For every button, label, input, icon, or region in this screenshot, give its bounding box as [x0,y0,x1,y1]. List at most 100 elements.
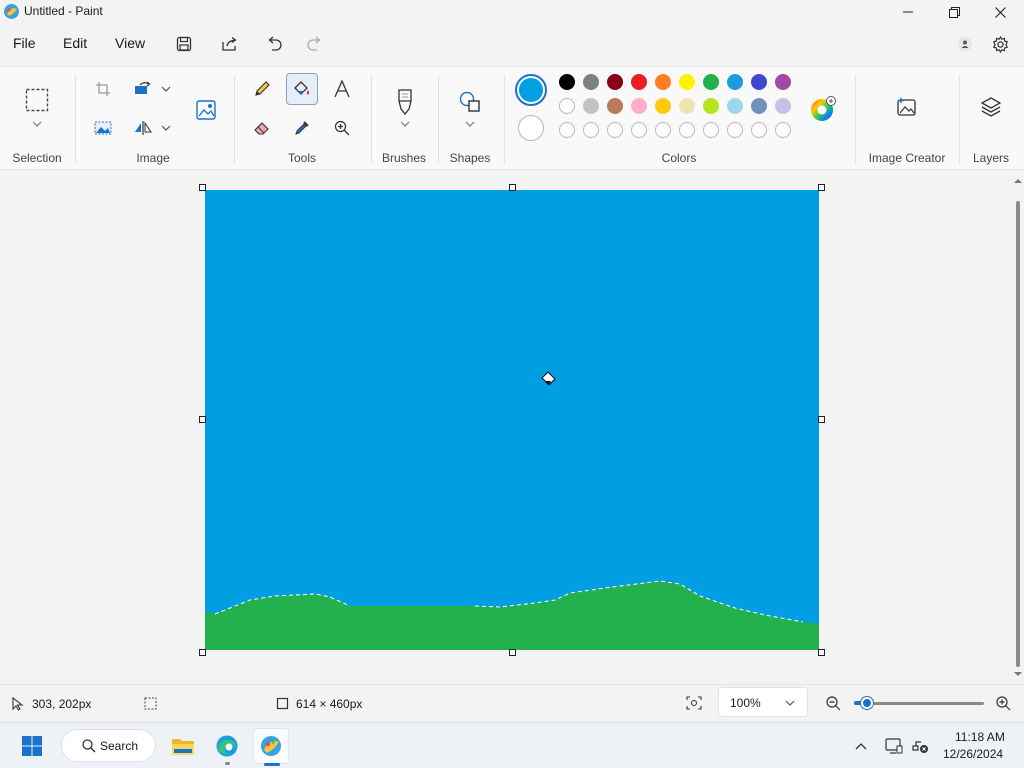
resize-button[interactable] [127,73,159,105]
primary-color-indicator[interactable] [515,74,547,106]
image-select-button[interactable] [87,112,119,144]
palette-color-swatch[interactable] [727,74,743,90]
custom-color-slot[interactable] [631,122,647,138]
palette-color-swatch[interactable] [559,74,575,90]
select-button[interactable] [20,83,54,117]
menu-edit[interactable]: Edit [63,35,87,51]
resize-handle-bottom[interactable] [509,649,516,656]
palette-color-swatch[interactable] [775,98,791,114]
vertical-scrollbar[interactable] [1012,171,1024,684]
ribbon-toolbar: Selection Image Tools Brushes Shapes Col… [0,66,1024,170]
close-button[interactable] [977,0,1023,24]
zoom-slider-thumb[interactable] [861,697,873,709]
custom-color-slot[interactable] [679,122,695,138]
custom-color-slot[interactable] [727,122,743,138]
text-tool[interactable] [326,73,358,105]
image-options-button[interactable] [188,92,224,128]
taskbar-date: 12/26/2024 [943,747,1004,761]
flip-dropdown[interactable] [157,119,175,137]
zoom-out-button[interactable] [824,694,842,712]
redo-button[interactable] [302,32,326,56]
canvas-size: 614 × 460px [296,697,363,711]
custom-color-slot[interactable] [655,122,671,138]
custom-color-slot[interactable] [751,122,767,138]
restore-button[interactable] [931,0,977,24]
fill-tool[interactable] [286,73,318,105]
menu-file[interactable]: File [13,35,36,51]
zoom-in-button[interactable] [994,694,1012,712]
undo-button[interactable] [262,32,286,56]
resize-handle-right[interactable] [818,416,825,423]
rotate-dropdown[interactable] [157,80,175,98]
fit-to-window-button[interactable] [684,693,704,713]
palette-color-swatch[interactable] [751,98,767,114]
palette-color-swatch[interactable] [679,98,695,114]
palette-color-swatch[interactable] [679,74,695,90]
custom-color-slot[interactable] [703,122,719,138]
palette-color-swatch[interactable] [583,98,599,114]
resize-handle-top-right[interactable] [818,184,825,191]
network-tray-button[interactable] [910,736,930,756]
edge-browser-button[interactable] [209,728,245,765]
resize-handle-bottom-right[interactable] [818,649,825,656]
paint-taskbar-button[interactable] [253,728,289,766]
flip-button[interactable] [127,112,159,144]
settings-button[interactable] [988,32,1012,56]
palette-color-swatch[interactable] [751,74,767,90]
palette-color-swatch[interactable] [631,74,647,90]
redo-icon [306,36,320,51]
palette-color-swatch[interactable] [583,74,599,90]
zoom-slider[interactable] [854,697,984,709]
color-picker-tool[interactable] [286,112,318,144]
palette-color-swatch[interactable] [631,98,647,114]
pencil-tool[interactable] [246,73,278,105]
palette-color-swatch[interactable] [655,74,671,90]
folder-icon [172,739,194,755]
layers-button[interactable] [973,89,1009,125]
group-label-colors: Colors [661,151,697,165]
start-button[interactable] [14,728,50,764]
magnifier-tool[interactable] [326,112,358,144]
eraser-icon [254,122,269,135]
group-label-image-creator: Image Creator [868,151,946,165]
palette-color-swatch[interactable] [775,74,791,90]
custom-color-slot[interactable] [583,122,599,138]
shapes-dropdown[interactable] [459,117,481,131]
drawing-canvas[interactable] [205,190,819,650]
palette-color-swatch[interactable] [703,98,719,114]
palette-color-swatch[interactable] [703,74,719,90]
crop-button[interactable] [87,73,119,105]
save-button[interactable] [172,32,196,56]
resize-handle-top-left[interactable] [199,184,206,191]
file-explorer-button[interactable] [165,728,201,764]
palette-color-swatch[interactable] [607,98,623,114]
account-button[interactable] [953,32,977,56]
display-tray-button[interactable] [884,736,904,756]
scrollbar-thumb[interactable] [1016,201,1020,667]
minimize-button[interactable] [885,0,931,24]
taskbar-search-box[interactable]: Search [61,729,156,762]
shapes-button[interactable] [453,85,487,119]
brushes-button[interactable] [388,85,422,119]
resize-handle-bottom-left[interactable] [199,649,206,656]
custom-color-slot[interactable] [607,122,623,138]
selection-dropdown[interactable] [26,117,48,131]
custom-color-slot[interactable] [559,122,575,138]
palette-color-swatch[interactable] [607,74,623,90]
secondary-color-indicator[interactable] [518,115,544,141]
resize-handle-left[interactable] [199,416,206,423]
palette-color-swatch[interactable] [655,98,671,114]
palette-color-swatch[interactable] [727,98,743,114]
custom-color-slot[interactable] [775,122,791,138]
image-creator-icon [897,97,916,116]
show-hidden-icons-button[interactable] [852,737,870,755]
resize-handle-top[interactable] [509,184,516,191]
share-button[interactable] [217,32,241,56]
edit-colors-button[interactable] [806,92,840,126]
menu-view[interactable]: View [115,35,145,51]
image-creator-button[interactable] [889,89,925,125]
eraser-tool[interactable] [246,112,278,144]
palette-color-swatch[interactable] [559,98,575,114]
zoom-select[interactable]: 100% [718,687,808,717]
brushes-dropdown[interactable] [394,117,416,131]
